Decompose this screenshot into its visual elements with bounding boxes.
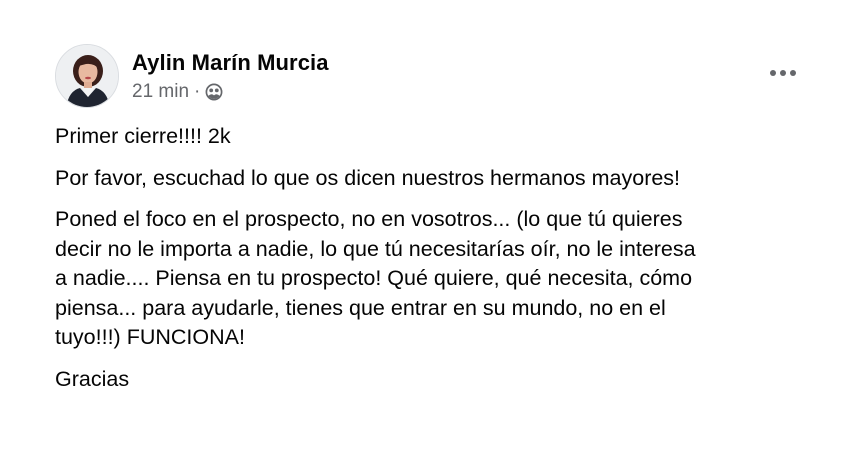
more-options-icon xyxy=(770,70,796,76)
post-meta: Aylin Marín Murcia 21 min · xyxy=(132,48,329,105)
post-body: Primer cierre!!!! 2k Por favor, escuchad… xyxy=(55,122,815,406)
post-paragraph: Poned el foco en el prospecto, no en vos… xyxy=(55,207,696,349)
friends-audience-icon[interactable] xyxy=(205,83,223,101)
post-paragraph: Por favor, escuchad lo que os dicen nues… xyxy=(55,165,681,190)
post-timestamp[interactable]: 21 min xyxy=(132,79,189,105)
separator-dot: · xyxy=(194,80,201,102)
facebook-post: Aylin Marín Murcia 21 min · Primer cierr… xyxy=(0,0,854,449)
author-name[interactable]: Aylin Marín Murcia xyxy=(132,48,329,78)
post-paragraph: Gracias xyxy=(55,366,130,391)
more-options-button[interactable] xyxy=(766,58,800,88)
post-paragraph: Primer cierre!!!! 2k xyxy=(55,124,231,148)
post-subline: 21 min · xyxy=(132,79,329,105)
avatar[interactable] xyxy=(55,44,119,108)
post-header: Aylin Marín Murcia 21 min · xyxy=(55,44,329,108)
avatar-photo xyxy=(56,45,118,107)
